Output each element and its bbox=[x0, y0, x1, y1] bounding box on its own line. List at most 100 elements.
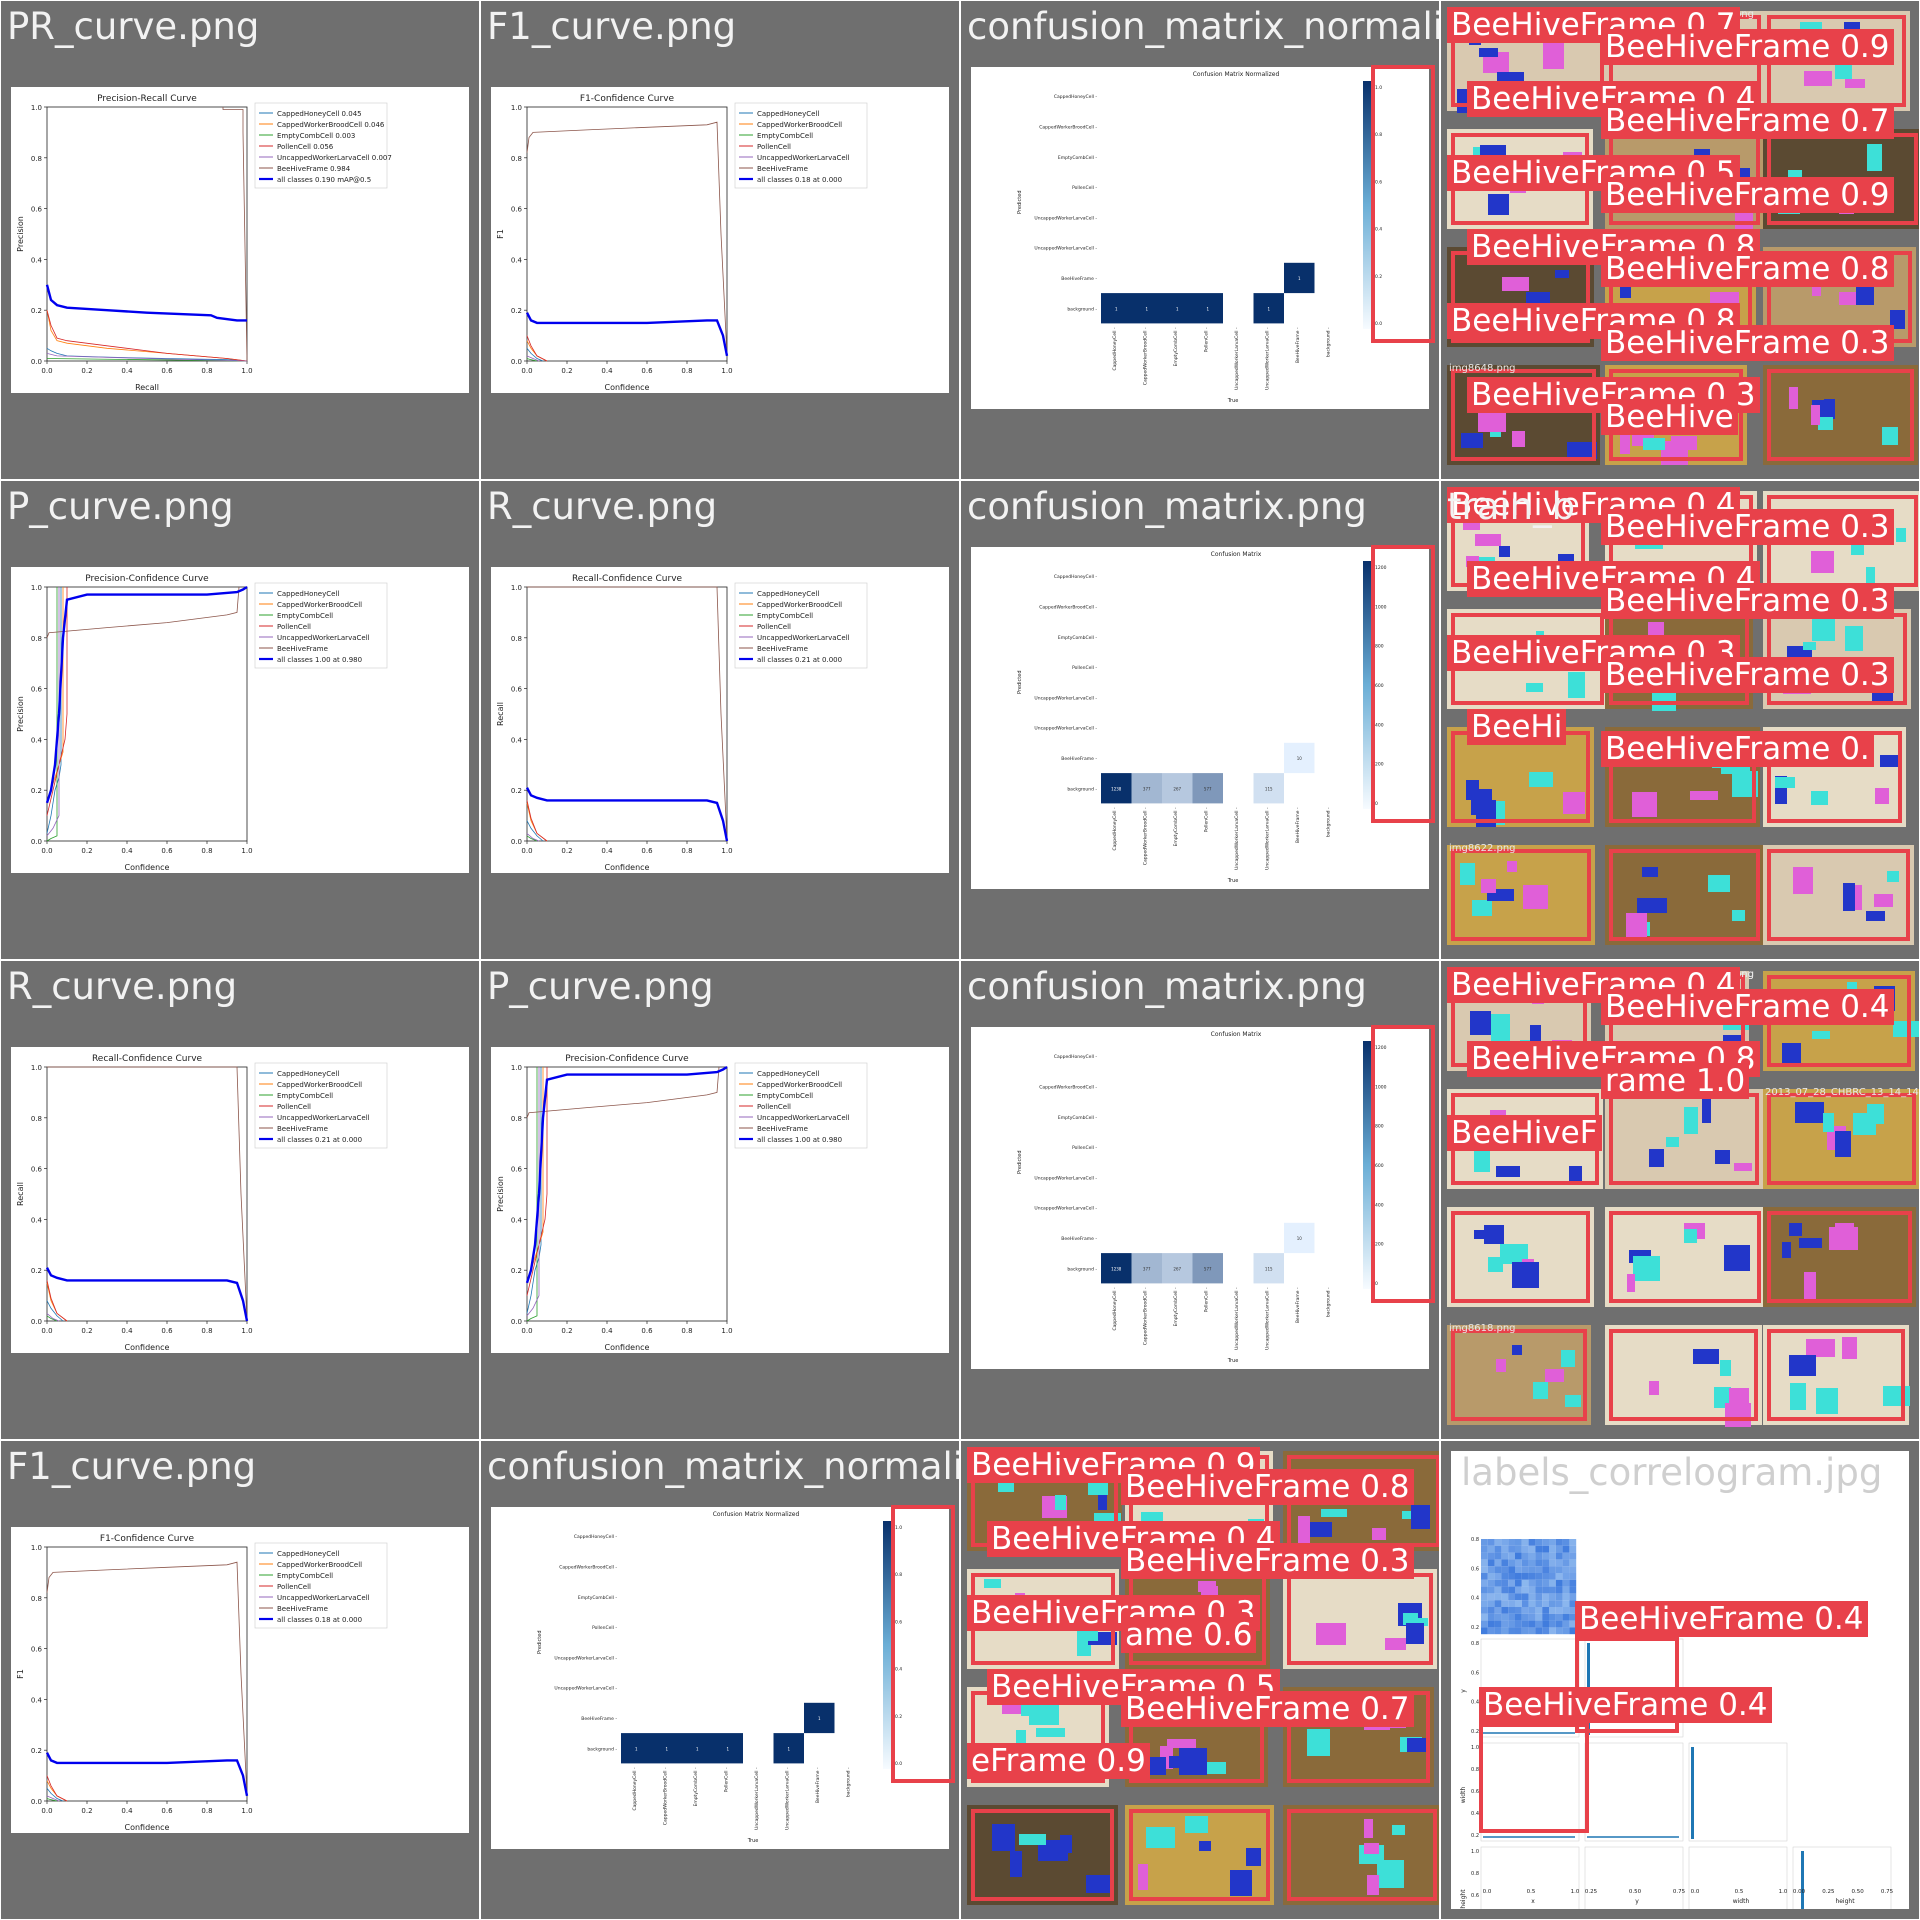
axis-variable-label: x bbox=[1531, 1898, 1535, 1905]
y-tick-label: 0.8 bbox=[1471, 1871, 1479, 1877]
detection-label: BeeHiveFrame 0.9 bbox=[1601, 177, 1894, 213]
legend-label: UncappedWorkerLarvaCell bbox=[757, 634, 850, 642]
y-tick-label: 0.8 bbox=[511, 1115, 522, 1123]
detection-label: BeeHiveFrame 0.9 bbox=[1601, 29, 1894, 65]
prediction-mosaic: 2013_07_28_CHBRC_012.png2013_07_28_CHBRC… bbox=[1441, 961, 1919, 1439]
x-tick-label: 0.6 bbox=[641, 1327, 653, 1335]
y-tick-label: 0.2 bbox=[511, 307, 522, 315]
x-axis-label: True bbox=[747, 1838, 759, 1844]
col-label: PollenCell - bbox=[1204, 1287, 1210, 1312]
cell-value: 10 bbox=[1297, 756, 1303, 761]
x-tick-label: 1.0 bbox=[241, 367, 252, 375]
y-tick-label: 0.8 bbox=[31, 1595, 42, 1603]
tile-title: train_b bbox=[1447, 485, 1576, 528]
y-tick-label: 0.4 bbox=[31, 1216, 43, 1224]
colorbar bbox=[883, 1521, 891, 1769]
row-label: CappedWorkerBroodCell - bbox=[1039, 124, 1097, 130]
y-tick-label: 0.4 bbox=[31, 736, 43, 744]
y-tick-label: 1.0 bbox=[31, 1544, 42, 1552]
plot-frame bbox=[46, 106, 248, 362]
y-tick-label: 0.4 bbox=[1471, 1811, 1479, 1817]
col-label: CappedHoneyCell - bbox=[1112, 807, 1118, 850]
x-tick-label: 0.4 bbox=[121, 1807, 133, 1815]
legend-label: CappedWorkerBroodCell bbox=[757, 121, 842, 129]
y-tick-label: 0.2 bbox=[1471, 1729, 1479, 1735]
x-axis-label: True bbox=[1227, 398, 1239, 404]
y-tick-label: 1.0 bbox=[31, 584, 42, 592]
x-axis-label: Confidence bbox=[125, 1343, 170, 1352]
y-tick-label: 0.0 bbox=[511, 838, 522, 846]
detection-box bbox=[971, 1809, 1114, 1901]
plot-frame bbox=[46, 586, 248, 842]
grid-tile: img8627.png2013_07img8622.pngBeeHiveFram… bbox=[1441, 481, 1919, 959]
col-label: background - bbox=[1326, 807, 1332, 837]
x-axis-label: Recall bbox=[135, 383, 159, 392]
legend-label: CappedHoneyCell bbox=[757, 1070, 819, 1078]
axis-variable-label: height bbox=[1835, 1898, 1855, 1905]
row-label: BeeHiveFrame - bbox=[1061, 1236, 1097, 1242]
chart-panel: F1-Confidence Curve Confidence F1 0.0 0.0 0.2… bbox=[491, 87, 949, 393]
legend-label: CappedHoneyCell 0.045 bbox=[277, 110, 362, 118]
row-label: BeeHiveFrame - bbox=[1061, 756, 1097, 762]
col-label: BeeHiveFrame - bbox=[1295, 327, 1301, 363]
x-tick-label: 1.0 bbox=[241, 1327, 252, 1335]
detection-box bbox=[1371, 1025, 1435, 1303]
grid-tile: Confusion Matrix CappedHoneyCell - CappedW… bbox=[961, 961, 1439, 1439]
grid-tile: labels_correlogram.jpg x 0.0 0.5 1.0 y 0.25 0.5… bbox=[1441, 1441, 1919, 1919]
x-tick-label: 0.0 bbox=[521, 367, 532, 375]
legend-label: CappedHoneyCell bbox=[277, 590, 339, 598]
y-tick-label: 0.2 bbox=[511, 1267, 522, 1275]
row-label: UncappedWorkerLarvaCell - bbox=[1034, 1206, 1097, 1212]
y-axis-label: F1 bbox=[496, 229, 505, 239]
col-label: PollenCell - bbox=[1204, 327, 1210, 352]
tile-title: P_curve.png bbox=[487, 965, 714, 1008]
chart-title: Recall-Confidence Curve bbox=[572, 574, 683, 584]
legend-label: PollenCell bbox=[277, 1103, 311, 1111]
row-label: CappedHoneyCell - bbox=[574, 1534, 617, 1540]
y-tick-label: 0.6 bbox=[31, 686, 43, 694]
legend-label: CappedWorkerBroodCell 0.046 bbox=[277, 121, 385, 129]
row-label: UncappedWorkerLarvaCell - bbox=[1034, 1175, 1097, 1181]
detection-box bbox=[1609, 849, 1760, 941]
tile-title: R_curve.png bbox=[487, 485, 718, 528]
line-chart: Precision-Confidence Curve Confidence Prec… bbox=[16, 574, 388, 872]
x-tick-label: 0.6 bbox=[161, 1807, 173, 1815]
tile-title: confusion_matrix_normalized bbox=[967, 5, 1439, 48]
detection-label: BeeHiveFrame 0.4 bbox=[1479, 1687, 1772, 1723]
col-label: BeeHiveFrame - bbox=[1295, 1287, 1301, 1323]
row-label: UncappedWorkerLarvaCell - bbox=[554, 1655, 617, 1661]
legend-label: PollenCell bbox=[277, 1583, 311, 1591]
legend-label: EmptyCombCell 0.003 bbox=[277, 132, 355, 140]
x-tick-label: 0.8 bbox=[681, 367, 692, 375]
x-tick-label: 0.4 bbox=[601, 847, 613, 855]
grid-tile: Confusion Matrix Normalized CappedHoneyCe… bbox=[961, 1, 1439, 479]
y-tick-label: 0.4 bbox=[511, 256, 523, 264]
row-label: background - bbox=[587, 1746, 617, 1752]
y-tick-label: 0.4 bbox=[31, 256, 43, 264]
x-tick-label: 1.0 bbox=[241, 847, 252, 855]
x-tick-label: 0.0 bbox=[1691, 1889, 1700, 1895]
legend-label: all classes 1.00 at 0.980 bbox=[277, 656, 362, 664]
row-label: CappedWorkerBroodCell - bbox=[1039, 1084, 1097, 1090]
col-label: CappedHoneyCell - bbox=[1112, 327, 1118, 370]
y-tick-label: 0.2 bbox=[1471, 1833, 1479, 1839]
y-tick-label: 0.8 bbox=[31, 635, 42, 643]
col-label: BeeHiveFrame - bbox=[815, 1767, 821, 1803]
detection-label: BeeHiveFrame 0. bbox=[1601, 731, 1874, 767]
series-line bbox=[526, 1067, 538, 1322]
cell-value: 1 bbox=[1115, 306, 1118, 311]
detection-box bbox=[891, 1505, 955, 1783]
detection-box bbox=[1451, 1329, 1587, 1421]
confusion-matrix-panel: Confusion Matrix Normalized CappedHoneyCe… bbox=[491, 1507, 949, 1849]
row-label: CappedHoneyCell - bbox=[1054, 94, 1097, 100]
detection-label: BeeHiveFrame 0.7 bbox=[1121, 1691, 1414, 1727]
series-line bbox=[526, 835, 538, 842]
cell-value: 1 bbox=[1267, 306, 1270, 311]
legend-label: PollenCell bbox=[757, 623, 791, 631]
plot-frame bbox=[46, 1066, 248, 1322]
row-label: PollenCell - bbox=[1072, 1145, 1097, 1151]
detection-label: BeeHi bbox=[1467, 709, 1567, 745]
plot-frame bbox=[526, 1066, 728, 1322]
chart-title: Confusion Matrix Normalized bbox=[1193, 71, 1280, 78]
x-tick-label: 1.0 bbox=[721, 847, 732, 855]
